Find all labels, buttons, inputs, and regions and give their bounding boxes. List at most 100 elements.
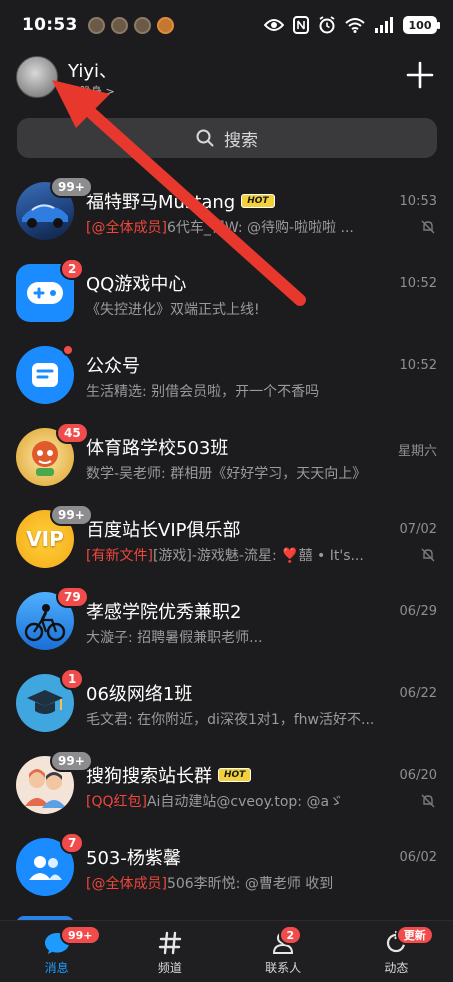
group-tag-badge-icon: HOT (241, 194, 275, 208)
user-avatar[interactable] (16, 56, 58, 98)
chat-item-sogou-webmasters[interactable]: 99+ 搜狗搜索站长群 HOT 06/20 [QQ红包]Ai自动建站@cveoy… (0, 742, 453, 824)
chat-item-class-503[interactable]: 45 体育路学校503班 星期六 数学-吴老师: 群相册《好好学习，天天向上》 (0, 414, 453, 496)
app-notification-icon (87, 16, 105, 34)
app-notification-icon (110, 16, 128, 34)
chat-name-row: 福特野马Mustang HOT (86, 188, 275, 214)
chat-preview: [@全体成员]506李昕悦: @曹老师 收到 (86, 873, 386, 893)
chat-name-row: 06级网络1班 (86, 680, 192, 706)
preview-text: Ai自动建站@cveoy.top: @aゞ (146, 794, 344, 810)
chat-item-baidu-vip-club[interactable]: VIP 99+ 百度站长VIP俱乐部 07/02 [有新文件][游戏]-游戏魅-… (0, 496, 453, 578)
chat-name: 503-杨紫馨 (86, 848, 181, 869)
username[interactable]: Yiyi、 (68, 57, 117, 83)
chat-name-row: 搜狗搜索站长群 HOT (86, 762, 252, 788)
unread-badge: 7 (60, 832, 85, 854)
battery-indicator: 100 (403, 16, 440, 34)
preview-text: 6代车_罚W: @待购-啦啦啦 ... (166, 220, 354, 236)
preview-text: 506李昕悦: @曹老师 收到 (166, 876, 334, 892)
official-account-icon (32, 363, 58, 387)
muted-bell-icon (421, 220, 435, 234)
unread-dot (62, 344, 74, 356)
chat-time: 06/22 (399, 686, 437, 701)
preview-text: 数学-吴老师: 群相册《好好学习，天天向上》 (86, 466, 367, 482)
unread-badge: 99+ (50, 176, 93, 198)
tab-label: 动态 (384, 961, 409, 975)
chat-name: 体育路学校503班 (86, 438, 229, 459)
presence-label: 隐身 > (80, 85, 115, 98)
chat-item-part-time-jobs[interactable]: 79 孝感学院优秀兼职2 06/29 大漩子: 招聘暑假兼职老师... (0, 578, 453, 660)
chat-preview: 大漩子: 招聘暑假兼职老师... (86, 627, 386, 647)
chat-name-row: 孝感学院优秀兼职2 (86, 598, 241, 624)
search-label: 搜索 (224, 130, 258, 151)
status-notification-icons (87, 16, 174, 34)
unread-badge: 99+ (50, 504, 93, 526)
status-bar: 10:53 100 (0, 0, 453, 50)
tab-label: 联系人 (265, 961, 302, 975)
group-contacts-icon (29, 856, 62, 880)
chat-item-503-yang[interactable]: 7 503-杨紫馨 06/02 [@全体成员]506李昕悦: @曹老师 收到 (0, 824, 453, 906)
chat-item-mustang[interactable]: 99+ 福特野马Mustang HOT 10:53 [@全体成员]6代车_罚W:… (0, 168, 453, 250)
chat-time: 07/02 (399, 522, 437, 537)
preview-text: 《失控进化》双端正式上线! (86, 302, 260, 318)
chat-name-row: 百度站长VIP俱乐部 (86, 516, 240, 542)
preview-text: 生活精选: 别借会员啦，开一个不香吗 (86, 384, 320, 400)
alarm-icon (319, 16, 335, 34)
chat-name-row: 公众号 (86, 352, 140, 378)
hashtag-icon (158, 931, 182, 955)
preview-text: 毛文君: 在你附近，di深夜1对1，fhw活好不... (86, 712, 375, 728)
chat-preview: [@全体成员]6代车_罚W: @待购-啦啦啦 ... (86, 217, 386, 237)
tab-label: 频道 (157, 961, 182, 975)
muted-bell-icon (421, 548, 435, 562)
chat-time: 06/20 (399, 768, 437, 783)
chat-name-row: 503-杨紫馨 (86, 844, 181, 870)
chat-preview: [QQ红包]Ai自动建站@cveoy.top: @aゞ (86, 791, 386, 811)
chat-name-row: 体育路学校503班 (86, 434, 228, 460)
search-icon (196, 129, 214, 147)
chat-name: 福特野马Mustang (86, 192, 236, 213)
add-button[interactable] (405, 60, 435, 90)
unread-badge: 79 (56, 586, 89, 608)
unread-badge: 1 (60, 668, 85, 690)
tab-channels[interactable]: 频道 (113, 921, 226, 982)
chat-time: 10:52 (399, 276, 437, 291)
chat-item-qq-game-center[interactable]: 2 QQ游戏中心 10:52 《失控进化》双端正式上线! (0, 250, 453, 332)
status-time: 10:53 (22, 15, 78, 35)
chat-name: 06级网络1班 (86, 684, 193, 705)
chat-preview: 《失控进化》双端正式上线! (86, 299, 386, 319)
tab-label: 消息 (44, 961, 69, 975)
unread-badge: 99+ (50, 750, 93, 772)
preview-text: 大漩子: 招聘暑假兼职老师... (86, 630, 263, 646)
header: Yiyi、 隐身 > (0, 50, 453, 108)
chat-item-network-class-1[interactable]: 1 06级网络1班 06/22 毛文君: 在你附近，di深夜1对1，fhw活好不… (0, 660, 453, 742)
chat-time: 星期六 (397, 444, 437, 459)
gamepad-icon (27, 282, 63, 304)
presence-status[interactable]: 隐身 > (68, 83, 115, 99)
chat-time: 10:52 (399, 358, 437, 373)
group-tag-badge-icon: HOT (218, 768, 252, 782)
unread-badge: 2 (60, 258, 85, 280)
chat-list: 99+ 福特野马Mustang HOT 10:53 [@全体成员]6代车_罚W:… (0, 168, 453, 906)
chat-name: 搜狗搜索站长群 (86, 766, 212, 787)
chat-preview: 毛文君: 在你附近，di深夜1对1，fhw活好不... (86, 709, 386, 729)
presence-dot-icon (68, 86, 77, 96)
signal-icon (375, 17, 393, 33)
vip-logo-icon: VIP (26, 527, 64, 551)
eye-icon (264, 19, 284, 31)
chat-preview: [有新文件][游戏]-游戏魅-流星: ❣️囍 • It's... (86, 545, 386, 565)
preview-text: [游戏]-游戏魅-流星: ❣️囍 • It's... (152, 548, 364, 564)
tab-moments[interactable]: 更新 动态 (340, 921, 453, 982)
bottom-tab-bar: 99+ 消息 频道 2 联系人 更新 动态 (0, 920, 453, 982)
tab-messages[interactable]: 99+ 消息 (0, 921, 113, 982)
preview-highlight: [QQ红包] (86, 794, 147, 810)
graduation-cap-icon (27, 690, 63, 714)
unread-badge: 45 (56, 422, 89, 444)
wifi-icon (345, 18, 365, 33)
chat-time: 10:53 (399, 194, 437, 209)
chat-preview: 生活精选: 别借会员啦，开一个不香吗 (86, 381, 386, 401)
chat-name: 百度站长VIP俱乐部 (86, 520, 241, 541)
chat-name-row: QQ游戏中心 (86, 270, 186, 296)
chat-item-official-accounts[interactable]: 公众号 10:52 生活精选: 别借会员啦，开一个不香吗 (0, 332, 453, 414)
tab-contacts[interactable]: 2 联系人 (227, 921, 340, 982)
tab-badge: 2 (278, 925, 303, 945)
chat-time: 06/02 (399, 850, 437, 865)
search-bar[interactable]: 搜索 (17, 118, 437, 158)
